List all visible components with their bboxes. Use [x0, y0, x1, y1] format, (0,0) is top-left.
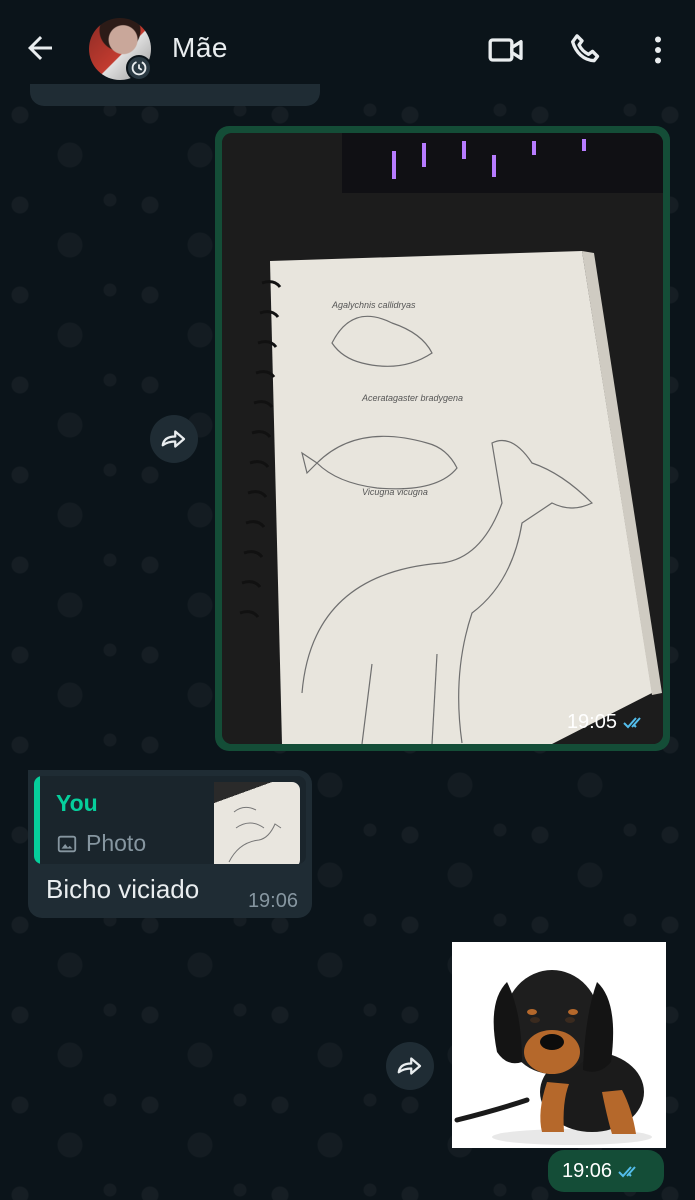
time-label: 19:06: [562, 1160, 613, 1182]
phone-icon[interactable]: [566, 30, 606, 70]
status-ring-icon: [126, 55, 152, 81]
forward-button[interactable]: [386, 1042, 434, 1090]
svg-text:Vicugna vicugna: Vicugna vicugna: [362, 487, 428, 497]
puppy-image[interactable]: [452, 942, 666, 1148]
arrow-left-icon[interactable]: [22, 30, 58, 66]
sketchbook-photo[interactable]: Agalychnis callidryas Aceratagaster brad…: [222, 133, 663, 744]
time-label: 19:05: [566, 711, 617, 733]
quote-author: You: [56, 790, 98, 816]
message-time: 19:06: [247, 890, 298, 912]
puppy-drawing: [452, 942, 666, 1148]
svg-text:Aceratagaster bradygena: Aceratagaster bradygena: [361, 393, 463, 403]
message-text: Bicho viciado: [46, 874, 200, 904]
forward-button[interactable]: [150, 415, 198, 463]
more-vertical-icon[interactable]: [640, 30, 676, 70]
contact-name[interactable]: Mãe: [172, 32, 228, 64]
quote-type: Photo: [56, 830, 146, 857]
read-ticks-icon: [618, 1165, 636, 1177]
previous-message-edge: [30, 84, 320, 106]
quote-type-label: Photo: [86, 830, 147, 856]
message-time: 19:06: [562, 1160, 644, 1183]
svg-text:Agalychnis callidryas: Agalychnis callidryas: [331, 300, 416, 310]
forward-icon: [161, 430, 186, 448]
read-ticks-icon: [623, 716, 641, 728]
quote-bar: [34, 776, 40, 864]
quoted-message[interactable]: You Photo: [34, 776, 306, 864]
chat-header: Mãe: [0, 0, 695, 95]
sketchbook-image: Agalychnis callidryas Aceratagaster brad…: [222, 133, 663, 744]
quote-thumbnail: [214, 782, 300, 864]
message-time: 19:05: [567, 711, 649, 734]
photo-icon: [57, 835, 77, 852]
video-camera-icon[interactable]: [486, 30, 526, 70]
image-message[interactable]: Agalychnis callidryas Aceratagaster brad…: [215, 126, 670, 751]
incoming-message[interactable]: You Photo Bicho viciado 19:06: [28, 770, 312, 918]
forward-icon: [397, 1057, 422, 1075]
image-time-pill: 19:06: [548, 1150, 664, 1192]
